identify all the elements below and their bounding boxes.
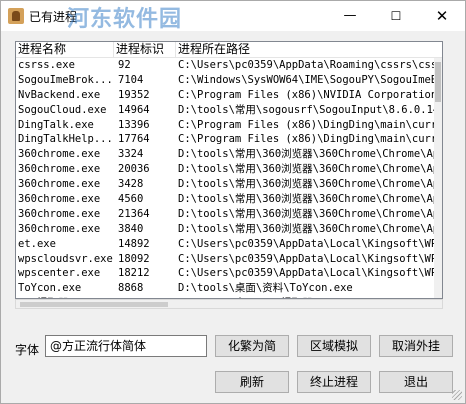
process-id-cell: 13396 bbox=[118, 118, 150, 131]
process-path-cell: D:\tools\常用\360浏览器\360Chrome\Chrome\Ap bbox=[178, 163, 436, 176]
table-row[interactable]: ToYcon.exe 8868 D:\tools\桌面\资料\ToYcon.exe bbox=[16, 281, 436, 296]
table-row[interactable]: NvBackend.exe 19352 C:\Program Files (x86)… bbox=[16, 88, 436, 103]
vertical-scroll-thumb[interactable] bbox=[435, 62, 441, 102]
process-id-cell: 3324 bbox=[118, 148, 144, 161]
process-path-cell: D:\tools\常用\360浏览器\360Chrome\Chrome\Ap bbox=[178, 222, 436, 235]
table-row[interactable]: wpscenter.exe 18212 C:\Users\pc0359\AppDat… bbox=[16, 266, 436, 281]
font-field[interactable]: @方正流行体简体 bbox=[45, 335, 207, 357]
process-window: 已有进程 河东软件园 — ☐ ✕ 进程名称 进程标识 进程所在路径 csrss.… bbox=[0, 0, 466, 404]
process-id-cell: 4560 bbox=[118, 193, 144, 206]
process-name-cell: 360chrome.exe bbox=[18, 222, 101, 235]
process-id-cell: 3840 bbox=[118, 222, 144, 235]
horizontal-scrollbar[interactable] bbox=[15, 299, 443, 309]
process-id-cell: 14892 bbox=[118, 237, 150, 250]
table-row[interactable]: SogouImeBrok... 7104 C:\Windows\SysWOW64\I… bbox=[16, 73, 436, 88]
maximize-button[interactable]: ☐ bbox=[373, 1, 419, 31]
watermark-logo: 河东软件园 bbox=[67, 6, 183, 32]
column-header-process-path[interactable]: 进程所在路径 bbox=[176, 42, 442, 58]
table-row[interactable]: 360chrome.exe 3840 D:\tools\常用\360浏览器\360C… bbox=[16, 222, 436, 237]
process-list[interactable]: 进程名称 进程标识 进程所在路径 csrss.exe 92 C:\Users\pc0… bbox=[15, 41, 443, 299]
process-id-cell: 8868 bbox=[118, 282, 144, 295]
process-id-cell: 3428 bbox=[118, 178, 144, 191]
table-row[interactable]: DingTalk.exe 13396 C:\Program Files (x86)\… bbox=[16, 118, 436, 133]
table-row[interactable]: et.exe 14892 C:\Users\pc0359\AppData\Local… bbox=[16, 237, 436, 252]
font-label: 字体 bbox=[15, 343, 40, 357]
process-path-cell: C:\Program Files (x86)\NVIDIA Corporatio… bbox=[178, 88, 436, 101]
process-path-cell: C:\Users\pc0359\AppData\Local\Kingsoft\W… bbox=[178, 252, 436, 265]
process-path-cell: D:\tools\常用\360浏览器\360Chrome\Chrome\Ap bbox=[178, 193, 436, 206]
title-bar[interactable]: 已有进程 河东软件园 — ☐ ✕ bbox=[1, 1, 465, 32]
process-path-cell: D:\tools\常用\360浏览器\360Chrome\Chrome\Ap bbox=[178, 207, 436, 220]
table-row[interactable]: 360chrome.exe 21364 D:\tools\常用\360浏览器\360… bbox=[16, 207, 436, 222]
process-path-cell: C:\Windows\SysWOW64\IME\SogouPY\SogouIme… bbox=[178, 73, 436, 86]
resize-grip-icon[interactable] bbox=[452, 390, 462, 400]
process-id-cell: 14964 bbox=[118, 103, 150, 116]
process-path-cell: D:\tools\常用\360浏览器\360Chrome\Chrome\Ap bbox=[178, 178, 436, 191]
process-path-cell: C:\Users\pc0359\AppData\Local\Kingsoft\W… bbox=[178, 237, 436, 250]
exit-button[interactable]: 退出 bbox=[379, 371, 453, 393]
list-header: 进程名称 进程标识 进程所在路径 bbox=[16, 42, 442, 58]
column-header-process-id[interactable]: 进程标识 bbox=[114, 42, 176, 58]
process-name-cell: 360chrome.exe bbox=[18, 178, 101, 191]
process-name-cell: wpscenter.exe bbox=[18, 267, 101, 280]
table-row[interactable]: SogouCloud.exe 14964 D:\tools\常用\sogousrf\… bbox=[16, 103, 436, 118]
process-name-cell: 360chrome.exe bbox=[18, 163, 101, 176]
vertical-scrollbar[interactable] bbox=[434, 58, 442, 298]
table-row[interactable]: 360chrome.exe 20036 D:\tools\常用\360浏览器\360… bbox=[16, 162, 436, 177]
process-path-cell: D:\tools\常用\sogousrf\SogouInput\8.6.0.14… bbox=[178, 103, 436, 116]
process-name-cell: SogouCloud.exe bbox=[18, 103, 107, 116]
app-icon bbox=[8, 8, 24, 24]
process-name-cell: 360chrome.exe bbox=[18, 207, 101, 220]
close-button[interactable]: ✕ bbox=[419, 1, 465, 31]
process-path-cell: C:\Users\pc0359\AppData\Local\Kingsoft\W… bbox=[178, 267, 436, 280]
process-name-cell: DingTalkHelp... bbox=[18, 133, 113, 146]
table-row[interactable]: wpscloudsvr.exe 18092 C:\Users\pc0359\AppD… bbox=[16, 252, 436, 267]
process-id-cell: 17764 bbox=[118, 133, 150, 146]
process-path-cell: C:\Program Files (x86)\DingDing\main\cur… bbox=[178, 118, 436, 131]
process-id-cell: 7104 bbox=[118, 73, 144, 86]
table-row[interactable]: csrss.exe 92 C:\Users\pc0359\AppData\Roami… bbox=[16, 58, 436, 73]
horizontal-scroll-thumb[interactable] bbox=[20, 302, 168, 307]
process-path-cell: C:\Users\pc0359\AppData\Roaming\cssrs\cs… bbox=[178, 59, 436, 71]
process-id-cell: 18212 bbox=[118, 267, 150, 280]
process-id-cell: 19352 bbox=[118, 88, 150, 101]
process-name-cell: csrss.exe bbox=[18, 59, 75, 71]
refresh-button[interactable]: 刷新 bbox=[215, 371, 289, 393]
cancel-plugin-button[interactable]: 取消外挂 bbox=[379, 335, 453, 357]
process-path-cell: C:\Program Files (x86)\DingDing\main\cur… bbox=[178, 133, 436, 146]
process-id-cell: 18092 bbox=[118, 252, 150, 265]
table-row[interactable]: 360chrome.exe 3324 D:\tools\常用\360浏览器\360C… bbox=[16, 147, 436, 162]
region-simulate-button[interactable]: 区域模拟 bbox=[297, 335, 371, 357]
convert-simplified-button[interactable]: 化繁为简 bbox=[215, 335, 289, 357]
column-header-process-name[interactable]: 进程名称 bbox=[16, 42, 114, 58]
table-row[interactable]: 360chrome.exe 4560 D:\tools\常用\360浏览器\360C… bbox=[16, 192, 436, 207]
process-name-cell: wpscloudsvr.exe bbox=[18, 252, 113, 265]
process-name-cell: 360chrome.exe bbox=[18, 193, 101, 206]
table-row[interactable]: 360chrome.exe 3428 D:\tools\常用\360浏览器\360C… bbox=[16, 177, 436, 192]
process-name-cell: SogouImeBrok... bbox=[18, 73, 113, 86]
process-path-cell: D:\tools\桌面\资料\ToYcon.exe bbox=[178, 282, 353, 295]
table-row[interactable]: DingTalkHelp... 17764 C:\Program Files (x8… bbox=[16, 132, 436, 147]
process-name-cell: NvBackend.exe bbox=[18, 88, 101, 101]
process-id-cell: 20036 bbox=[118, 163, 150, 176]
process-name-cell: et.exe bbox=[18, 237, 56, 250]
process-name-cell: DingTalk.exe bbox=[18, 118, 94, 131]
kill-process-button[interactable]: 终止进程 bbox=[297, 371, 371, 393]
minimize-button[interactable]: — bbox=[327, 1, 373, 31]
process-name-cell: 360chrome.exe bbox=[18, 148, 101, 161]
list-rows: csrss.exe 92 C:\Users\pc0359\AppData\Roami… bbox=[16, 58, 436, 298]
process-id-cell: 92 bbox=[118, 59, 131, 71]
process-path-cell: D:\tools\常用\360浏览器\360Chrome\Chrome\Ap bbox=[178, 148, 436, 161]
process-name-cell: ToYcon.exe bbox=[18, 282, 82, 295]
process-id-cell: 21364 bbox=[118, 207, 150, 220]
